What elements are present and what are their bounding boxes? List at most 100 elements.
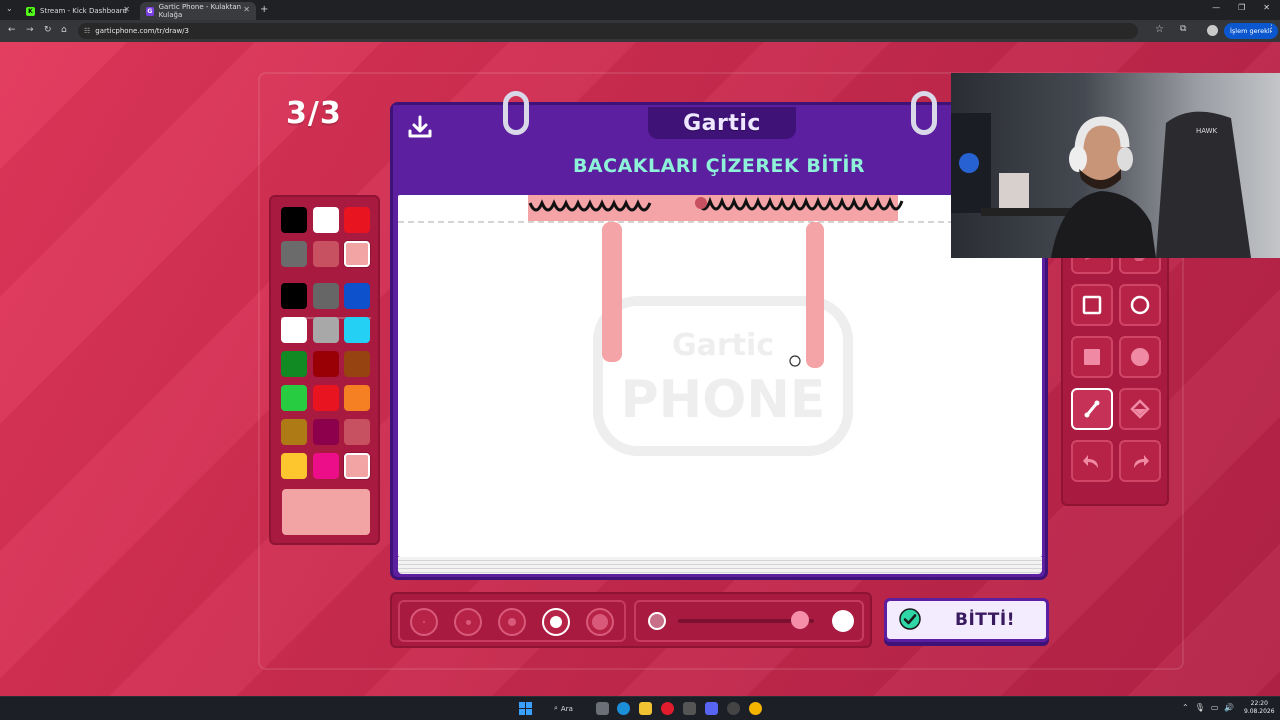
tray-overflow-icon[interactable]: ⌃ bbox=[1182, 703, 1189, 712]
bookmark-star-icon[interactable]: ☆ bbox=[1155, 24, 1164, 35]
undo-button[interactable] bbox=[1071, 440, 1113, 482]
color-swatch[interactable] bbox=[281, 453, 307, 479]
brush-size-option[interactable] bbox=[498, 608, 526, 636]
watermark-top: Gartic bbox=[672, 328, 774, 363]
clock-time: 22:20 bbox=[1250, 700, 1268, 707]
drawing-notepad: Gartic BACAKLARI ÇİZEREK BİTİR Gartic PH… bbox=[390, 91, 1048, 580]
color-swatch[interactable] bbox=[281, 419, 307, 445]
window-controls: — ❐ ✕ bbox=[1212, 3, 1270, 12]
color-swatch[interactable] bbox=[313, 241, 339, 267]
chrome-icon[interactable] bbox=[749, 702, 762, 715]
color-swatch[interactable] bbox=[313, 453, 339, 479]
taskbar-clock[interactable]: 22:20 9.08.2026 bbox=[1244, 700, 1275, 716]
home-icon[interactable]: ⌂ bbox=[61, 25, 67, 35]
app-icon[interactable] bbox=[727, 702, 740, 715]
color-swatch[interactable] bbox=[281, 241, 307, 267]
notepad-header: Gartic BACAKLARI ÇİZEREK BİTİR bbox=[393, 91, 1045, 193]
undo-icon bbox=[1083, 455, 1098, 468]
color-swatch[interactable] bbox=[344, 351, 370, 377]
minimize-icon[interactable]: — bbox=[1212, 3, 1220, 12]
circle-filled-tool-button[interactable] bbox=[1119, 336, 1161, 378]
color-swatch[interactable] bbox=[313, 283, 339, 309]
profile-avatar[interactable] bbox=[1207, 25, 1218, 36]
discord-icon[interactable] bbox=[705, 702, 718, 715]
brush-size-option[interactable] bbox=[454, 608, 482, 636]
reload-icon[interactable]: ↻ bbox=[44, 25, 52, 35]
color-swatch[interactable] bbox=[344, 317, 370, 343]
done-button[interactable]: BİTTİ! bbox=[884, 598, 1049, 642]
color-swatch[interactable] bbox=[281, 317, 307, 343]
check-badge-icon bbox=[899, 608, 921, 630]
round-counter: 3/3 bbox=[286, 96, 342, 131]
circle-outline-tool-button[interactable] bbox=[1119, 284, 1161, 326]
rectangle-outline-tool-button[interactable] bbox=[1071, 284, 1113, 326]
brush-size-option[interactable] bbox=[586, 608, 614, 636]
search-icon: ⌕ bbox=[554, 704, 558, 712]
url-bar[interactable]: ☷ garticphone.com/tr/draw/3 bbox=[78, 23, 1138, 39]
opacity-thumb[interactable] bbox=[791, 611, 810, 629]
color-swatch[interactable] bbox=[281, 351, 307, 377]
browser-menu-icon[interactable]: ⋮ bbox=[1267, 24, 1276, 34]
watermark-bottom: PHONE bbox=[621, 370, 826, 430]
color-swatch[interactable] bbox=[344, 241, 370, 267]
color-swatch[interactable] bbox=[281, 207, 307, 233]
back-icon[interactable]: ← bbox=[8, 25, 16, 35]
svg-text:HAWK: HAWK bbox=[1196, 127, 1218, 135]
download-icon[interactable] bbox=[407, 115, 433, 139]
microphone-icon[interactable]: 🎙 bbox=[1195, 703, 1205, 712]
drawing-canvas[interactable]: Gartic PHONE bbox=[398, 195, 1042, 557]
maximize-icon[interactable]: ❐ bbox=[1238, 3, 1245, 12]
brush-size-option[interactable] bbox=[410, 608, 438, 636]
rectangle-outline-tool-icon bbox=[1082, 295, 1102, 315]
windows-start-icon[interactable] bbox=[519, 702, 532, 715]
network-icon[interactable]: ▭ bbox=[1211, 703, 1219, 712]
extensions-icon[interactable]: ⧉ bbox=[1180, 24, 1186, 34]
color-swatch[interactable] bbox=[281, 283, 307, 309]
close-tab-icon[interactable]: ✕ bbox=[123, 5, 130, 14]
task-view-icon[interactable] bbox=[596, 702, 609, 715]
close-tab-icon[interactable]: ✕ bbox=[243, 5, 250, 14]
color-swatch[interactable] bbox=[344, 453, 370, 479]
circle-filled-tool-icon bbox=[1131, 348, 1149, 366]
os-taskbar: ⌕ Ara ⌃ 🎙 ▭ 🔊 22:20 9.08.2026 bbox=[0, 696, 1280, 720]
opacity-slider[interactable] bbox=[634, 600, 864, 642]
obs-icon[interactable] bbox=[683, 702, 696, 715]
tab-search-icon[interactable]: ⌄ bbox=[6, 4, 13, 13]
search-label: Ara bbox=[560, 704, 573, 713]
new-tab-button[interactable]: + bbox=[260, 4, 268, 15]
color-swatch[interactable] bbox=[313, 207, 339, 233]
done-label: BİTTİ! bbox=[955, 610, 1015, 630]
forward-icon[interactable]: → bbox=[26, 25, 34, 35]
color-swatch[interactable] bbox=[344, 207, 370, 233]
fill-bucket-tool-icon bbox=[1130, 399, 1150, 419]
line-tool-button[interactable] bbox=[1071, 388, 1113, 430]
tab-kick-dashboard[interactable]: K Stream - Kick Dashboard ✕ bbox=[20, 2, 136, 20]
tab-gartic-phone[interactable]: G Gartic Phone - Kulaktan Kulağa ✕ bbox=[140, 2, 256, 20]
color-swatch[interactable] bbox=[313, 317, 339, 343]
color-swatch[interactable] bbox=[313, 419, 339, 445]
edge-icon[interactable] bbox=[617, 702, 630, 715]
color-swatch[interactable] bbox=[344, 283, 370, 309]
brush-size-option[interactable] bbox=[542, 608, 570, 636]
redo-button[interactable] bbox=[1119, 440, 1161, 482]
brush-size-dot bbox=[465, 619, 471, 625]
volume-icon[interactable]: 🔊 bbox=[1224, 703, 1234, 712]
tab-title: Gartic Phone - Kulaktan Kulağa bbox=[158, 3, 242, 19]
taskbar-search[interactable]: ⌕ Ara bbox=[548, 701, 579, 716]
brush-controls bbox=[390, 592, 872, 648]
circle-outline-tool-icon bbox=[1130, 295, 1150, 315]
logo-text: Gartic bbox=[683, 110, 761, 136]
fill-bucket-tool-button[interactable] bbox=[1119, 388, 1161, 430]
color-swatch[interactable] bbox=[313, 351, 339, 377]
opacity-min-icon bbox=[648, 612, 666, 630]
rectangle-filled-tool-button[interactable] bbox=[1071, 336, 1113, 378]
system-tray: ⌃ 🎙 ▭ 🔊 bbox=[1182, 703, 1234, 712]
site-info-icon[interactable]: ☷ bbox=[84, 27, 90, 35]
color-swatch[interactable] bbox=[313, 385, 339, 411]
color-swatch[interactable] bbox=[281, 385, 307, 411]
file-explorer-icon[interactable] bbox=[639, 702, 652, 715]
opera-icon[interactable] bbox=[661, 702, 674, 715]
color-swatch[interactable] bbox=[344, 385, 370, 411]
color-swatch[interactable] bbox=[344, 419, 370, 445]
close-window-icon[interactable]: ✕ bbox=[1263, 3, 1270, 12]
